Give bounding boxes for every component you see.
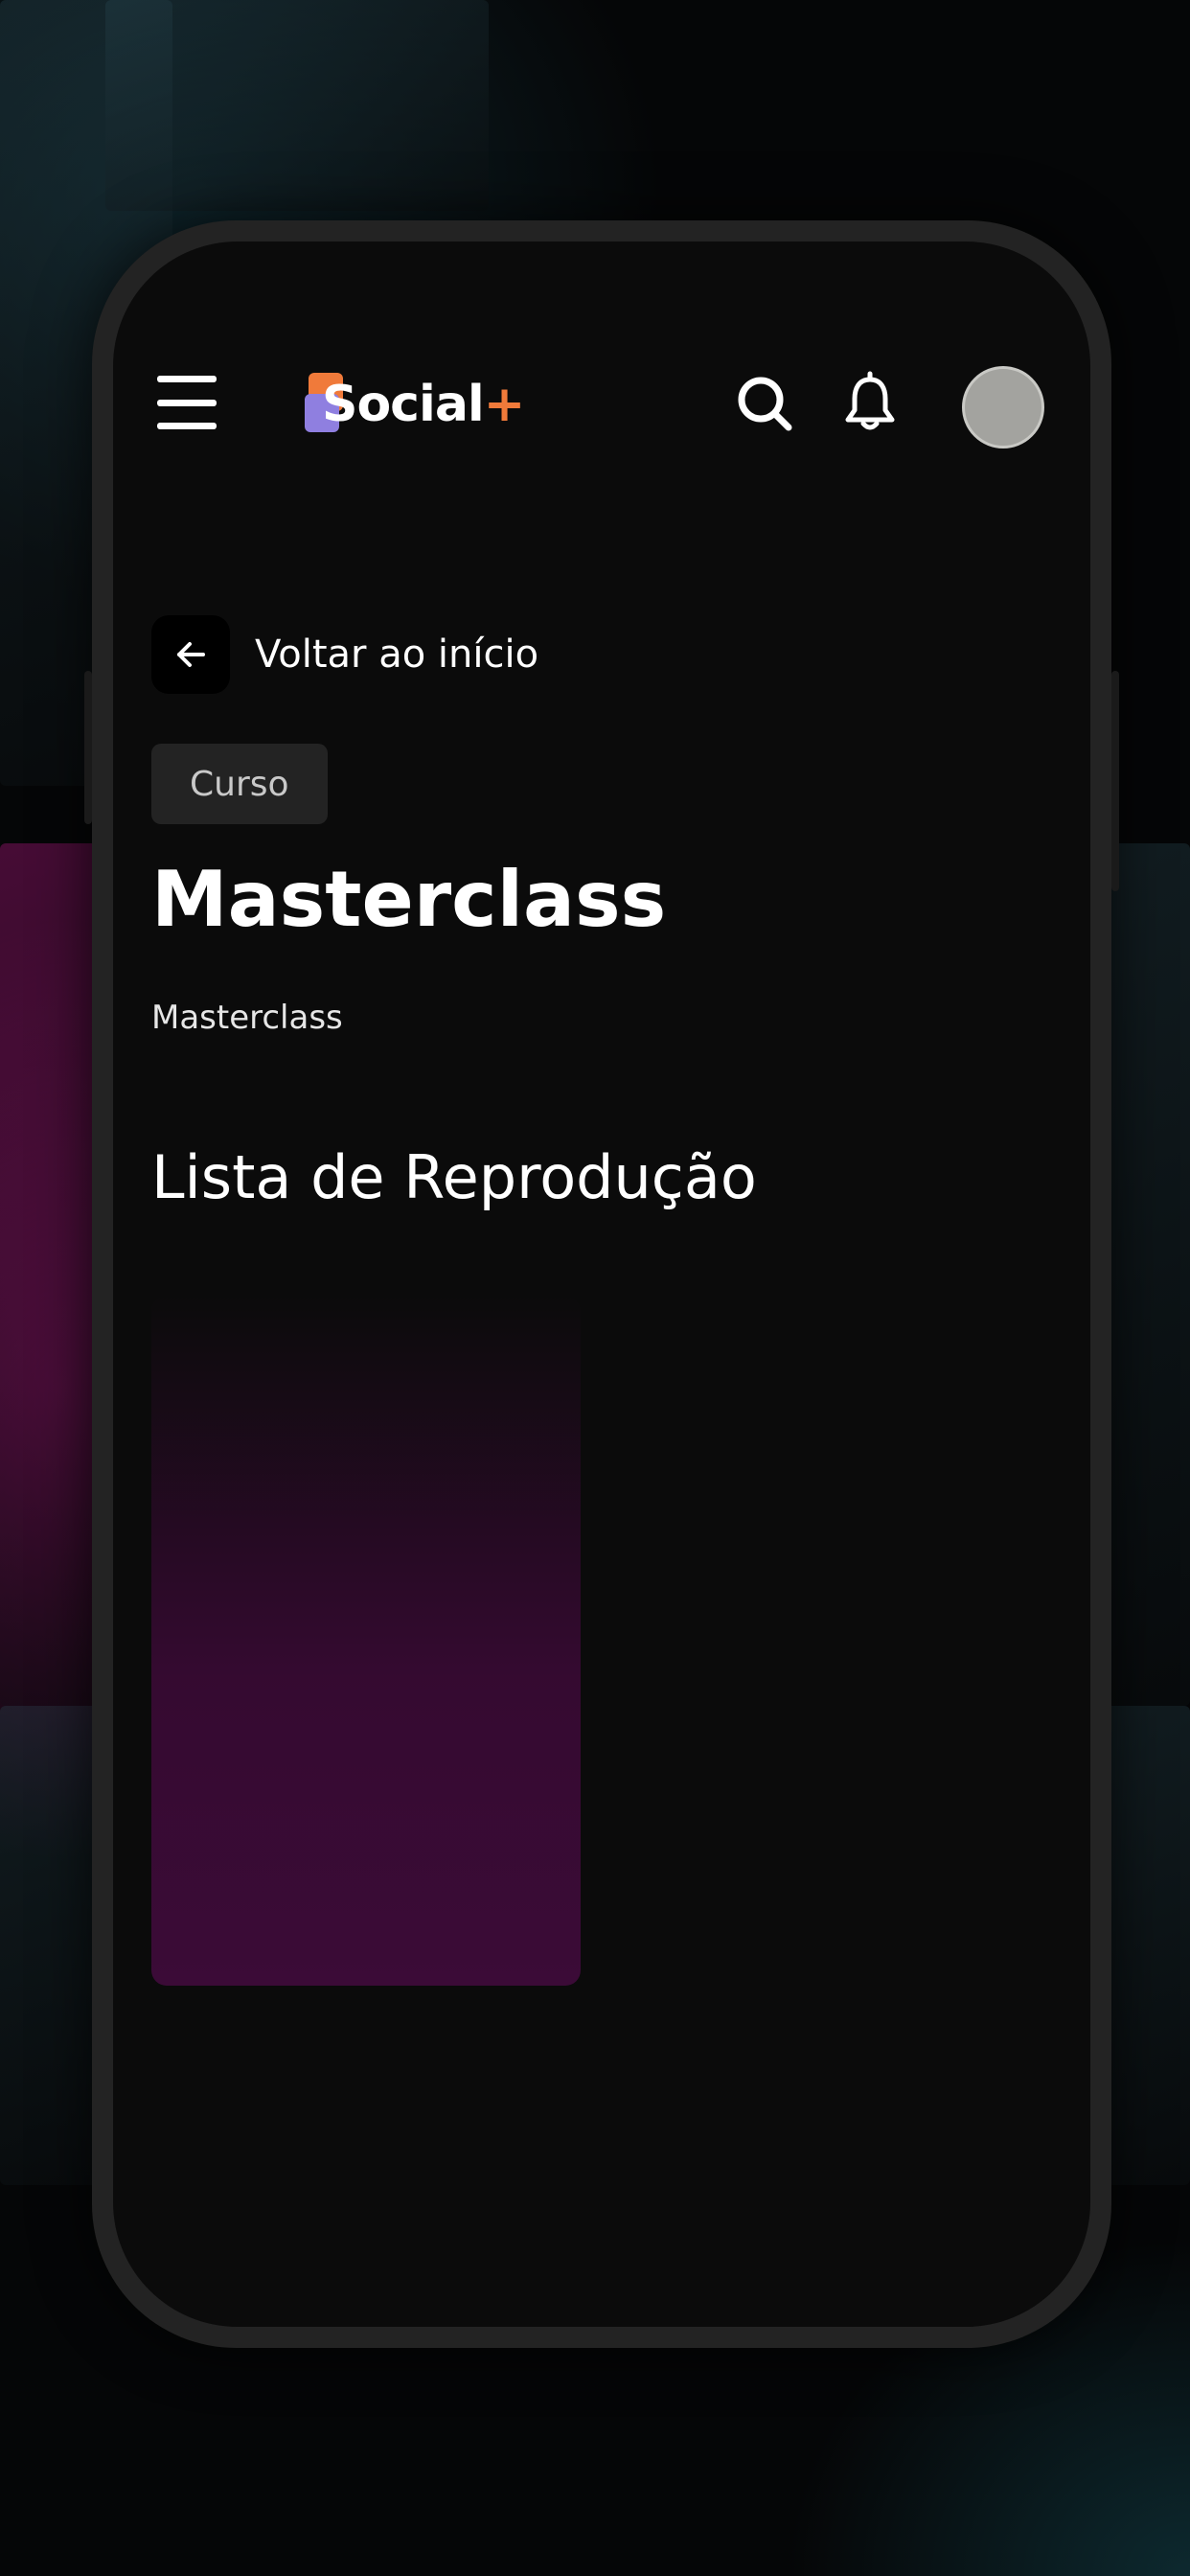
app-screen: Social+ Voltar ao início Curso Mastercla…	[113, 242, 1090, 2327]
playlist-heading: Lista de Reprodução	[151, 1142, 757, 1212]
background-card	[105, 0, 489, 211]
playlist-item-thumbnail[interactable]	[151, 1296, 581, 1986]
hamburger-menu-icon[interactable]	[157, 376, 217, 429]
app-logo[interactable]: Social+	[305, 366, 553, 443]
background-card	[0, 1706, 105, 2185]
back-label[interactable]: Voltar ao início	[255, 632, 538, 677]
top-bar: Social+	[113, 337, 1090, 462]
course-description: Masterclass	[151, 999, 343, 1037]
background-card	[1102, 1706, 1190, 2185]
logo-text: Social+	[322, 376, 525, 433]
phone-side-button	[1111, 671, 1119, 891]
avatar[interactable]	[962, 366, 1044, 448]
phone-side-button	[84, 671, 92, 824]
course-tag-badge: Curso	[151, 744, 328, 824]
page-title: Masterclass	[151, 855, 667, 944]
arrow-left-icon	[177, 642, 205, 667]
bell-icon[interactable]	[836, 370, 904, 437]
back-to-home-link[interactable]: Voltar ao início	[151, 615, 538, 694]
back-button[interactable]	[151, 615, 230, 694]
search-icon[interactable]	[731, 370, 798, 437]
background-card	[1102, 843, 1190, 1706]
phone-frame: Social+ Voltar ao início Curso Mastercla…	[84, 220, 1119, 2348]
